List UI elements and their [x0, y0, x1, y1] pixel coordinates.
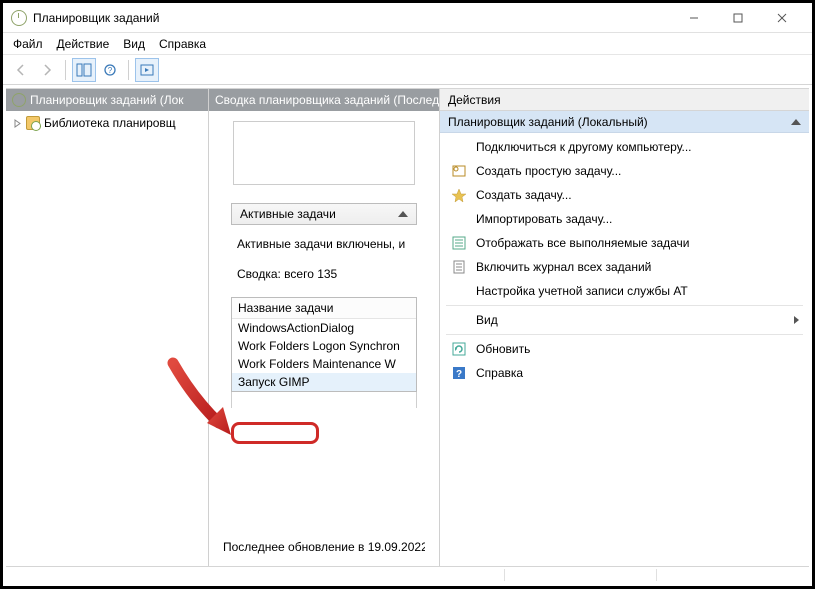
chevron-right-icon [794, 316, 799, 324]
document-icon [450, 259, 468, 275]
forward-button[interactable] [35, 58, 59, 82]
menu-view[interactable]: Вид [123, 37, 145, 51]
task-row-selected[interactable]: Запуск GIMP [232, 373, 416, 391]
blank-icon [450, 211, 468, 227]
toolbar-item-1[interactable] [72, 58, 96, 82]
svg-text:?: ? [108, 66, 113, 75]
actions-panel: Действия Планировщик заданий (Локальный)… [440, 89, 809, 566]
new-task-icon [450, 163, 468, 179]
star-icon [450, 187, 468, 203]
minimize-button[interactable] [672, 4, 716, 32]
tree-header: Планировщик заданий (Лок [6, 89, 208, 111]
menu-action[interactable]: Действие [57, 37, 110, 51]
active-tasks-summary: Сводка: всего 135 [237, 267, 411, 281]
tree-panel: Планировщик заданий (Лок Библиотека план… [6, 89, 209, 566]
blank-icon [450, 312, 468, 328]
toolbar-item-3[interactable] [135, 58, 159, 82]
menu-bar: Файл Действие Вид Справка [3, 33, 812, 55]
action-import[interactable]: Импортировать задачу... [440, 207, 809, 231]
menu-file[interactable]: Файл [13, 37, 43, 51]
list-icon [450, 235, 468, 251]
center-panel: Сводка планировщика заданий (Последне Ак… [209, 89, 440, 566]
clock-icon [11, 10, 27, 26]
menu-help[interactable]: Справка [159, 37, 206, 51]
action-refresh[interactable]: Обновить [440, 337, 809, 361]
task-row[interactable]: WindowsActionDialog [232, 319, 416, 337]
actions-header: Действия [440, 89, 809, 111]
action-connect[interactable]: Подключиться к другому компьютеру... [440, 135, 809, 159]
status-bar [6, 566, 809, 583]
tree-header-text: Планировщик заданий (Лок [30, 93, 184, 107]
action-at-account[interactable]: Настройка учетной записи службы AT [440, 279, 809, 303]
maximize-button[interactable] [716, 4, 760, 32]
action-view[interactable]: Вид [440, 308, 809, 332]
window-title: Планировщик заданий [33, 11, 159, 25]
task-column-header[interactable]: Название задачи [232, 298, 416, 319]
tree-library-label: Библиотека планировщ [44, 116, 176, 130]
blank-icon [450, 283, 468, 299]
task-list: Название задачи WindowsActionDialog Work… [231, 297, 417, 392]
help-icon: ? [450, 365, 468, 381]
refresh-icon [450, 341, 468, 357]
active-tasks-title: Активные задачи [240, 207, 336, 221]
action-create-basic[interactable]: Создать простую задачу... [440, 159, 809, 183]
actions-subheader-text: Планировщик заданий (Локальный) [448, 115, 648, 129]
clock-icon [12, 93, 26, 107]
actions-subheader[interactable]: Планировщик заданий (Локальный) [440, 111, 809, 133]
collapse-icon [791, 119, 801, 125]
active-tasks-note: Активные задачи включены, и [237, 237, 411, 251]
action-help[interactable]: ? Справка [440, 361, 809, 385]
blank-icon [450, 139, 468, 155]
close-button[interactable] [760, 4, 804, 32]
expand-icon[interactable] [12, 118, 22, 128]
action-show-running[interactable]: Отображать все выполняемые задачи [440, 231, 809, 255]
toolbar-item-2[interactable]: ? [98, 58, 122, 82]
center-header: Сводка планировщика заданий (Последне [209, 89, 439, 111]
last-update-text: Последнее обновление в 19.09.2022 13:27 [223, 540, 425, 554]
back-button[interactable] [9, 58, 33, 82]
tree-library[interactable]: Библиотека планировщ [12, 115, 202, 131]
folder-icon [26, 116, 40, 130]
action-enable-log[interactable]: Включить журнал всех заданий [440, 255, 809, 279]
collapse-icon [398, 211, 408, 217]
svg-text:?: ? [456, 369, 462, 380]
summary-box-placeholder [233, 121, 415, 185]
task-row[interactable]: Work Folders Maintenance W [232, 355, 416, 373]
toolbar: ? [3, 55, 812, 85]
action-create-task[interactable]: Создать задачу... [440, 183, 809, 207]
task-row[interactable]: Work Folders Logon Synchron [232, 337, 416, 355]
active-tasks-header[interactable]: Активные задачи [231, 203, 417, 225]
title-bar: Планировщик заданий [3, 3, 812, 33]
